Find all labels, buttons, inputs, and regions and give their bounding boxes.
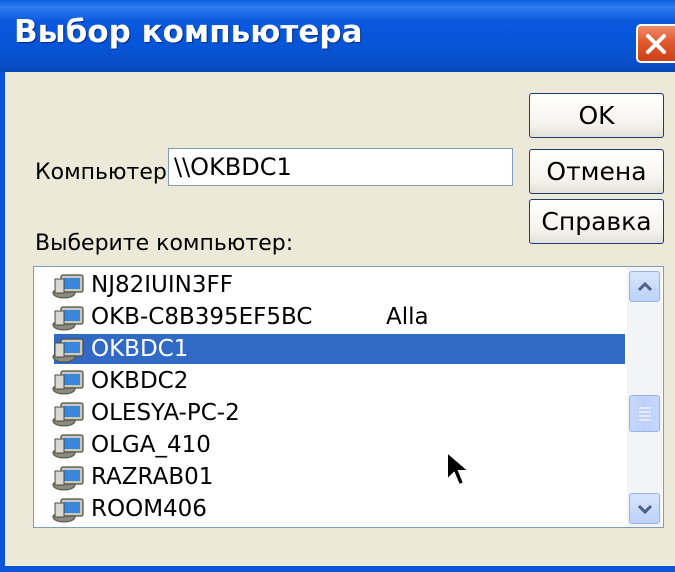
- computer-icon: [52, 274, 84, 299]
- cancel-button[interactable]: Отмена: [529, 149, 664, 194]
- window-title: Выбор компьютера: [14, 14, 363, 50]
- computer-list-item[interactable]: OLESYA-PC-2: [34, 398, 634, 429]
- chevron-up-icon: [637, 281, 653, 292]
- window-frame-bottom: [0, 566, 675, 572]
- computer-label: Компьютер:: [35, 160, 175, 185]
- computer-list-item[interactable]: OLGA_410: [34, 430, 634, 461]
- title-bar[interactable]: Выбор компьютера: [0, 0, 675, 72]
- computer-comment: Alla: [386, 304, 429, 330]
- ok-button[interactable]: OK: [529, 93, 664, 138]
- scroll-down-button[interactable]: [629, 493, 660, 524]
- computer-name: RAZRAB01: [91, 464, 214, 490]
- computer-name: NJ82IUIN3FF: [91, 272, 233, 298]
- computer-icon: [52, 370, 84, 395]
- computer-list-item[interactable]: OKBDC1: [34, 334, 634, 365]
- computer-list-item[interactable]: OKB-C8B395EF5BC Alla: [34, 302, 634, 333]
- computer-list[interactable]: NJ82IUIN3FF OKB-C8B395EF5BC Alla OKBDC1 OKBD…: [33, 266, 664, 528]
- computer-icon: [52, 402, 84, 427]
- computer-icon: [52, 306, 84, 331]
- chevron-down-icon: [637, 504, 653, 515]
- select-computer-label: Выберите компьютер:: [35, 231, 294, 256]
- scroll-thumb[interactable]: [629, 395, 660, 432]
- computer-icon: [52, 498, 84, 523]
- computer-list-item[interactable]: ROOM406: [34, 494, 634, 525]
- mouse-pointer-icon: [445, 449, 475, 495]
- computer-name-input[interactable]: \\OKBDC1: [168, 148, 513, 186]
- vertical-scrollbar[interactable]: [627, 267, 662, 527]
- computer-name: OKBDC1: [91, 336, 189, 362]
- computer-name: OKBDC2: [91, 368, 189, 394]
- grip-icon: [639, 407, 651, 421]
- computer-name: OKB-C8B395EF5BC: [91, 304, 313, 330]
- computer-name: OLESYA-PC-2: [91, 400, 240, 426]
- computer-list-item[interactable]: NJ82IUIN3FF: [34, 270, 634, 301]
- help-button[interactable]: Справка: [529, 199, 664, 244]
- scroll-up-button[interactable]: [629, 271, 660, 302]
- computer-name: ROOM406: [91, 496, 207, 522]
- computer-list-item[interactable]: RAZRAB01: [34, 462, 634, 493]
- computer-icon: [52, 466, 84, 491]
- computer-name: OLGA_410: [91, 432, 211, 458]
- computer-list-item[interactable]: OKBDC2: [34, 366, 634, 397]
- select-computer-dialog: Выбор компьютера OK Отмена Справка Компь…: [0, 0, 675, 572]
- close-button[interactable]: [636, 24, 675, 63]
- window-frame-left: [0, 72, 5, 572]
- close-icon: [646, 34, 666, 54]
- computer-icon: [52, 338, 84, 363]
- computer-icon: [52, 434, 84, 459]
